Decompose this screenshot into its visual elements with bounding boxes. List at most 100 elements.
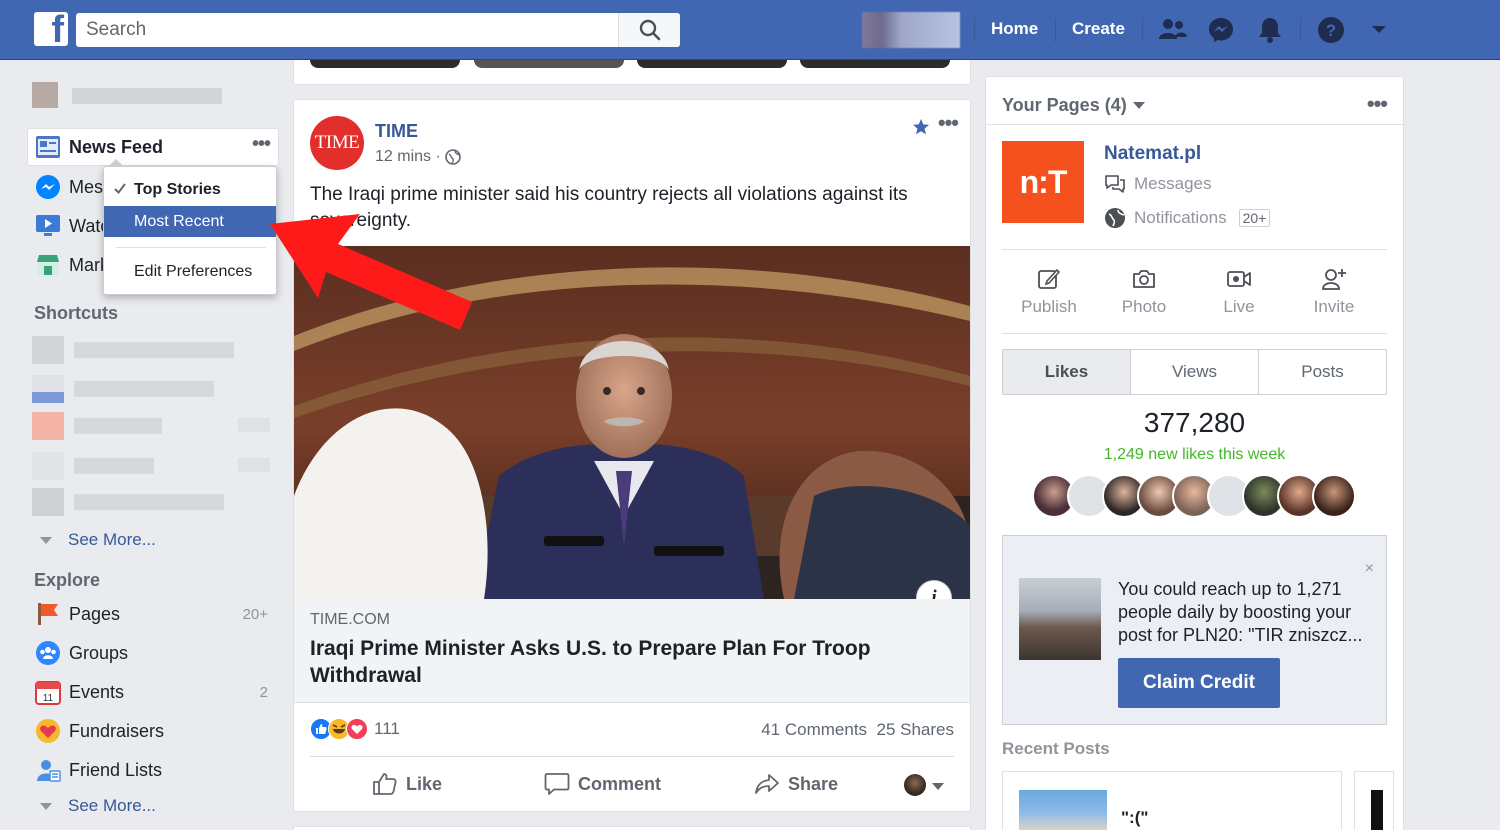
story-thumbnail[interactable] <box>474 60 624 68</box>
page-avatar[interactable]: TIME <box>310 116 364 170</box>
total-likes: 377,280 <box>1143 407 1246 438</box>
sidebar-item-events[interactable]: 11 Events 2 <box>28 674 278 710</box>
share-icon <box>755 774 779 794</box>
post-timestamp[interactable]: 12 mins · <box>375 148 461 166</box>
messenger-icon <box>34 173 62 201</box>
recent-post-card[interactable] <box>1354 771 1394 830</box>
shortcut-blurred[interactable] <box>32 488 272 516</box>
recent-post-card[interactable]: ":(" <box>1002 771 1342 830</box>
friend-list-icon <box>34 756 62 784</box>
sidebar-item-label: Mes <box>69 176 104 197</box>
count-badge: 20+ <box>242 605 268 623</box>
nav-divider <box>1142 18 1143 42</box>
chevron-down-icon[interactable] <box>932 783 944 790</box>
shortcut-blurred[interactable] <box>32 336 272 364</box>
live-button[interactable]: Live <box>1194 265 1284 317</box>
story-thumbnail[interactable] <box>637 60 787 68</box>
chevron-down-icon <box>1132 102 1145 109</box>
claim-credit-button[interactable]: Claim Credit <box>1118 658 1280 708</box>
sidebar-item-label: Groups <box>69 642 129 663</box>
explore-heading: Explore <box>34 570 101 590</box>
star-icon[interactable] <box>912 118 930 136</box>
close-icon[interactable]: × <box>1365 560 1374 578</box>
recent-post-text: ":(" <box>1121 808 1149 827</box>
recent-posts-heading: Recent Posts <box>1002 739 1110 758</box>
sidebar-item-groups[interactable]: Groups <box>28 635 278 671</box>
home-link[interactable]: Home <box>991 19 1038 39</box>
notifications-bell-icon[interactable] <box>1255 15 1285 45</box>
shortcuts-heading: Shortcuts <box>34 303 119 323</box>
comment-button[interactable]: Comment <box>544 772 661 796</box>
more-options-icon[interactable]: ••• <box>252 134 271 154</box>
see-more-explore-link[interactable]: See More... <box>40 796 156 816</box>
photo-button[interactable]: Photo <box>1099 265 1189 317</box>
see-more-shortcuts-link[interactable]: See More... <box>40 530 156 550</box>
friend-requests-icon[interactable] <box>1158 15 1188 45</box>
page-logo[interactable]: n:T <box>1002 141 1084 223</box>
nav-divider <box>974 18 975 42</box>
reaction-summary[interactable]: 111 <box>310 718 400 740</box>
svg-text:11: 11 <box>43 693 54 704</box>
tab-views[interactable]: Views <box>1130 350 1258 394</box>
news-feed-icon <box>34 133 62 161</box>
profile-name-blurred[interactable] <box>32 82 222 108</box>
camera-icon <box>1133 270 1155 288</box>
menu-item-edit-preferences[interactable]: Edit Preferences <box>104 256 276 287</box>
groups-icon <box>34 639 62 667</box>
help-icon[interactable]: ? <box>1316 15 1346 45</box>
share-button[interactable]: Share <box>754 772 838 796</box>
invite-button[interactable]: Invite <box>1289 265 1379 317</box>
chevron-down-icon <box>40 803 52 811</box>
new-likes-this-week: 1,249 new likes this week <box>1103 446 1286 463</box>
like-button[interactable]: Like <box>372 772 442 796</box>
globe-icon <box>444 149 461 165</box>
menu-item-top-stories[interactable]: Top Stories <box>104 174 276 205</box>
page-name-link[interactable]: Natemat.pl <box>1104 143 1201 165</box>
search-input[interactable] <box>76 13 616 47</box>
sidebar-item-fundraisers[interactable]: Fundraisers <box>28 713 278 749</box>
post-author-link[interactable]: TIME <box>375 121 418 142</box>
tab-posts[interactable]: Posts <box>1258 350 1386 394</box>
messenger-icon[interactable] <box>1206 15 1236 45</box>
fundraiser-icon <box>34 717 62 745</box>
search-button[interactable] <box>618 13 680 47</box>
create-link[interactable]: Create <box>1072 19 1125 39</box>
avatar[interactable] <box>1312 474 1356 518</box>
reaction-profile-avatar[interactable] <box>904 774 926 796</box>
account-menu-caret-icon[interactable] <box>1364 15 1394 45</box>
comments-shares: 41 Comments 25 Shares <box>761 720 954 740</box>
boost-post-promo: × You could reach up to 1,271 people dai… <box>1002 535 1387 725</box>
shortcut-blurred[interactable] <box>32 375 272 403</box>
your-pages-header[interactable]: Your Pages (4) <box>1002 95 1145 116</box>
shares-count-link[interactable]: 25 Shares <box>877 720 955 739</box>
page-messages-link[interactable]: Messages <box>1104 174 1211 194</box>
sidebar-item-label: News Feed <box>69 136 164 157</box>
more-options-icon[interactable]: ••• <box>1367 91 1388 117</box>
thumbs-up-icon <box>373 773 397 795</box>
sidebar-item-news-feed[interactable]: News Feed ••• <box>28 129 278 165</box>
story-thumbnail[interactable] <box>800 60 950 68</box>
page-notifications-link[interactable]: Notifications 20+ <box>1104 207 1271 229</box>
comment-icon <box>544 773 570 795</box>
post-photo[interactable] <box>294 246 970 599</box>
facebook-logo[interactable]: f <box>34 12 68 46</box>
calendar-icon: 11 <box>34 678 62 706</box>
boost-post-thumbnail <box>1019 578 1101 660</box>
tab-likes[interactable]: Likes <box>1003 350 1130 394</box>
sidebar-item-friend-lists[interactable]: Friend Lists <box>28 752 278 788</box>
checkmark-icon <box>114 183 126 195</box>
menu-item-most-recent[interactable]: Most Recent <box>104 206 276 237</box>
sidebar-item-pages[interactable]: Pages 20+ <box>28 596 278 632</box>
live-video-icon <box>1227 271 1251 287</box>
link-preview[interactable]: TIME.COM Iraqi Prime Minister Asks U.S. … <box>294 599 970 703</box>
profile-shortcut-blurred[interactable] <box>862 12 960 48</box>
post-options-icon[interactable]: ••• <box>938 112 959 134</box>
love-reaction-icon <box>346 718 368 740</box>
comments-count-link[interactable]: 41 Comments <box>761 720 867 739</box>
publish-button[interactable]: Publish <box>1004 265 1094 317</box>
shortcut-blurred[interactable] <box>32 412 272 440</box>
story-thumbnail[interactable] <box>310 60 460 68</box>
notifications-count-badge: 20+ <box>1238 209 1271 227</box>
chevron-down-icon <box>40 537 52 545</box>
shortcut-blurred[interactable] <box>32 452 272 480</box>
